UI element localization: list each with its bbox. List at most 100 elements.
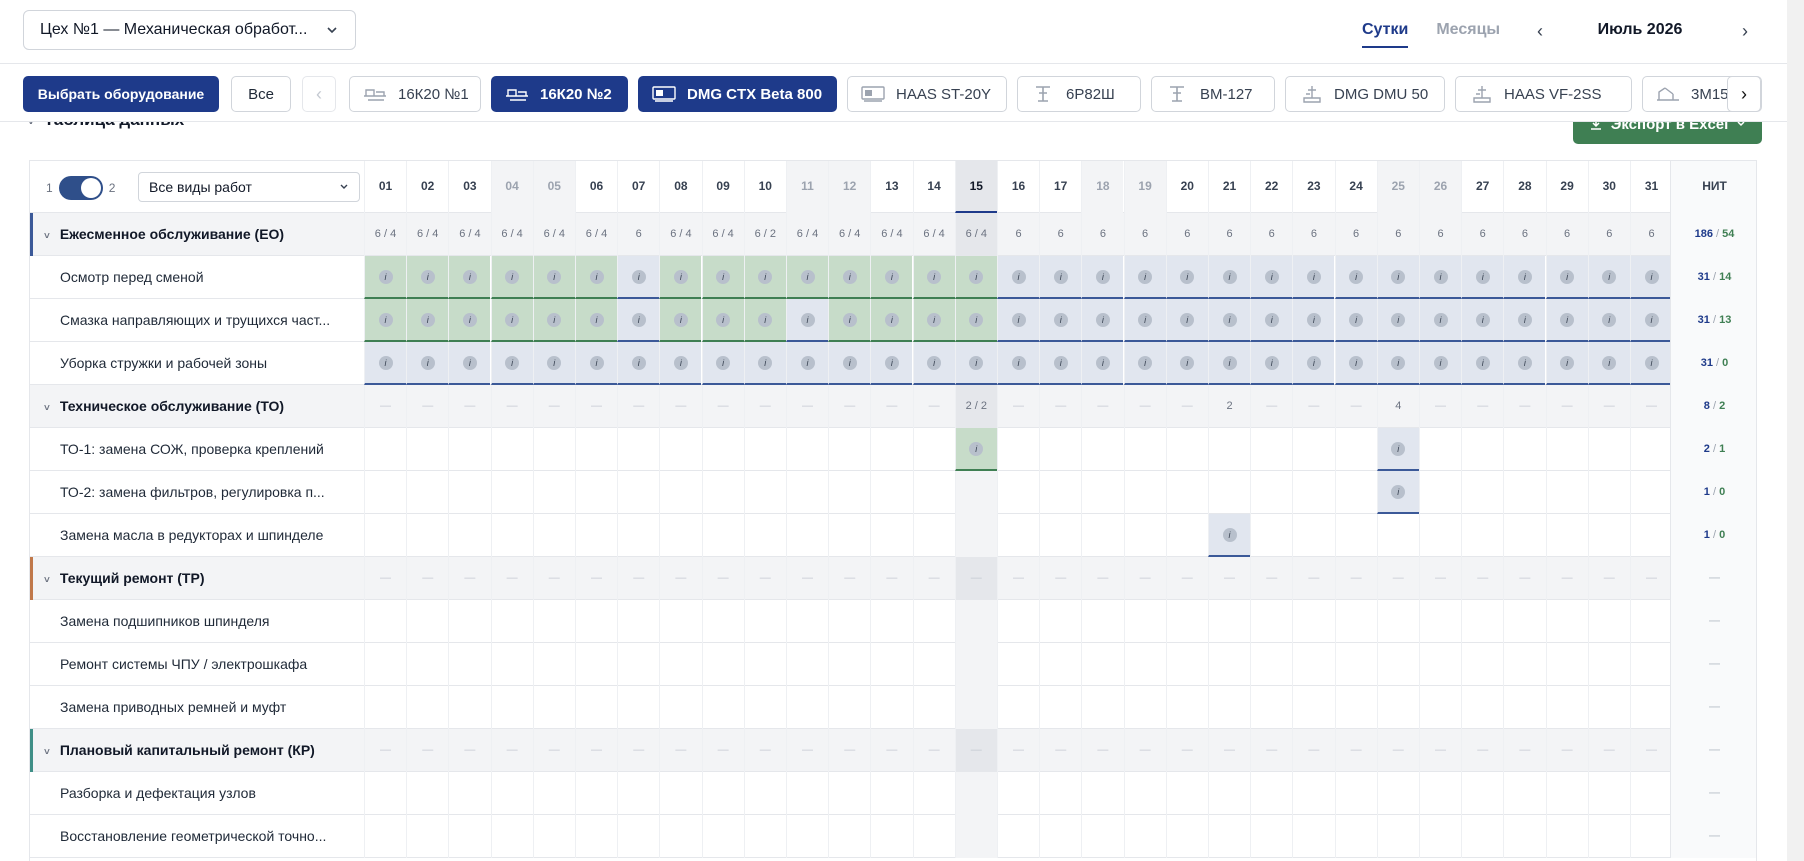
schedule-cell[interactable]: i [1503,256,1546,299]
collapse-caret-icon[interactable]: ˅ [44,559,50,600]
info-icon[interactable]: i [1602,270,1617,285]
schedule-cell[interactable]: i [1334,256,1377,299]
schedule-cell[interactable]: i [575,342,617,385]
info-icon[interactable]: i [1053,313,1068,328]
collapse-caret-icon[interactable]: ˅ [44,387,50,428]
schedule-cell[interactable]: i [828,256,871,299]
info-icon[interactable]: i [1222,528,1237,543]
schedule-cell[interactable]: i [997,256,1039,299]
schedule-cell[interactable]: i [870,299,913,342]
schedule-cell[interactable]: i [1039,256,1082,299]
info-icon[interactable]: i [1306,270,1321,285]
schedule-cell[interactable]: i [1123,256,1166,299]
info-icon[interactable]: i [1011,356,1026,371]
schedule-cell[interactable]: i [617,256,660,299]
schedule-cell[interactable]: i [364,299,406,342]
info-icon[interactable]: i [420,270,435,285]
info-icon[interactable]: i [1433,356,1448,371]
info-icon[interactable]: i [1560,356,1575,371]
info-icon[interactable]: i [589,356,604,371]
info-icon[interactable]: i [1095,313,1110,328]
info-icon[interactable]: i [1517,270,1532,285]
info-icon[interactable]: i [1391,356,1406,371]
info-icon[interactable]: i [1560,270,1575,285]
tab-months[interactable]: Месяцы [1436,21,1500,48]
schedule-cell[interactable]: i [1165,342,1208,385]
schedule-cell[interactable]: i [1376,471,1419,514]
schedule-cell[interactable]: i [1292,299,1335,342]
schedule-cell[interactable]: i [1587,299,1630,342]
schedule-cell[interactable]: i [701,299,744,342]
schedule-cell[interactable]: i [1587,256,1630,299]
schedule-cell[interactable]: i [490,299,533,342]
schedule-cell[interactable]: i [1376,256,1419,299]
schedule-cell[interactable]: i [1461,299,1504,342]
schedule-cell[interactable]: i [1545,299,1588,342]
info-icon[interactable]: i [1602,356,1617,371]
schedule-cell[interactable]: i [743,256,786,299]
schedule-cell[interactable]: i [1419,342,1461,385]
schedule-cell[interactable]: i [1461,342,1504,385]
schedule-cell[interactable]: i [575,256,617,299]
schedule-cell[interactable]: i [490,256,533,299]
schedule-cell[interactable]: i [912,256,955,299]
group-row[interactable]: ˅ Плановый капитальный ремонт (КР) — — — — — — —… [30,729,1756,772]
info-icon[interactable]: i [1264,313,1279,328]
next-month-button[interactable]: › [1735,20,1755,42]
info-icon[interactable]: i [1391,270,1406,285]
info-icon[interactable]: i [1475,270,1490,285]
choose-equipment-button[interactable]: Выбрать оборудование [23,76,219,112]
schedule-cell[interactable]: i [1250,342,1293,385]
schedule-cell[interactable]: i [912,299,955,342]
equipment-chip[interactable]: 16К20 №1 [349,76,481,112]
workshop-select[interactable]: Цех №1 — Механическая обработ... [23,10,356,50]
info-icon[interactable]: i [758,356,773,371]
schedule-cell[interactable]: i [448,342,491,385]
schedule-cell[interactable]: i [1081,342,1124,385]
schedule-cell[interactable]: i [1630,342,1672,385]
info-icon[interactable]: i [1644,313,1659,328]
info-icon[interactable]: i [800,313,815,328]
equipment-chip[interactable]: DMG DMU 50 [1285,76,1445,112]
info-icon[interactable]: i [1306,356,1321,371]
info-icon[interactable]: i [1602,313,1617,328]
schedule-cell[interactable]: i [406,342,449,385]
chips-scroll-left-button[interactable]: ‹ [302,76,336,112]
equipment-chip[interactable]: 6Р82Ш [1017,76,1141,112]
schedule-cell[interactable]: i [1503,342,1546,385]
info-icon[interactable]: i [1222,270,1237,285]
schedule-cell[interactable]: i [575,299,617,342]
info-icon[interactable]: i [673,270,688,285]
info-icon[interactable]: i [758,270,773,285]
info-icon[interactable]: i [1095,356,1110,371]
info-icon[interactable]: i [547,356,562,371]
schedule-cell[interactable]: i [1587,342,1630,385]
info-icon[interactable]: i [1095,270,1110,285]
info-icon[interactable]: i [505,270,520,285]
schedule-cell[interactable]: i [786,256,828,299]
shift-switch[interactable] [58,176,103,200]
schedule-cell[interactable]: i [1039,342,1082,385]
info-icon[interactable]: i [927,313,942,328]
info-icon[interactable]: i [378,356,393,371]
info-icon[interactable]: i [1433,270,1448,285]
schedule-cell[interactable]: i [1081,299,1124,342]
schedule-cell[interactable]: i [1545,256,1588,299]
info-icon[interactable]: i [505,356,520,371]
group-row[interactable]: ˅ Текущий ремонт (ТР) — — — — — — — — — — — — — — — — — — — —… [30,557,1756,600]
worktype-select[interactable]: Все виды работ [138,172,360,202]
info-icon[interactable]: i [505,313,520,328]
equipment-chip[interactable]: HAAS VF-2SS [1455,76,1632,112]
equipment-chip[interactable]: DMG CTX Beta 800 [638,76,837,112]
schedule-cell[interactable]: i [1165,256,1208,299]
info-icon[interactable]: i [1391,442,1406,457]
schedule-cell[interactable]: i [1419,256,1461,299]
info-icon[interactable]: i [1517,313,1532,328]
collapse-caret-icon[interactable]: ˅ [44,215,50,256]
info-icon[interactable]: i [1180,356,1195,371]
schedule-cell[interactable]: i [1123,299,1166,342]
info-icon[interactable]: i [1138,313,1153,328]
schedule-cell[interactable]: i [1208,256,1250,299]
schedule-cell[interactable]: i [1461,256,1504,299]
info-icon[interactable]: i [1138,356,1153,371]
